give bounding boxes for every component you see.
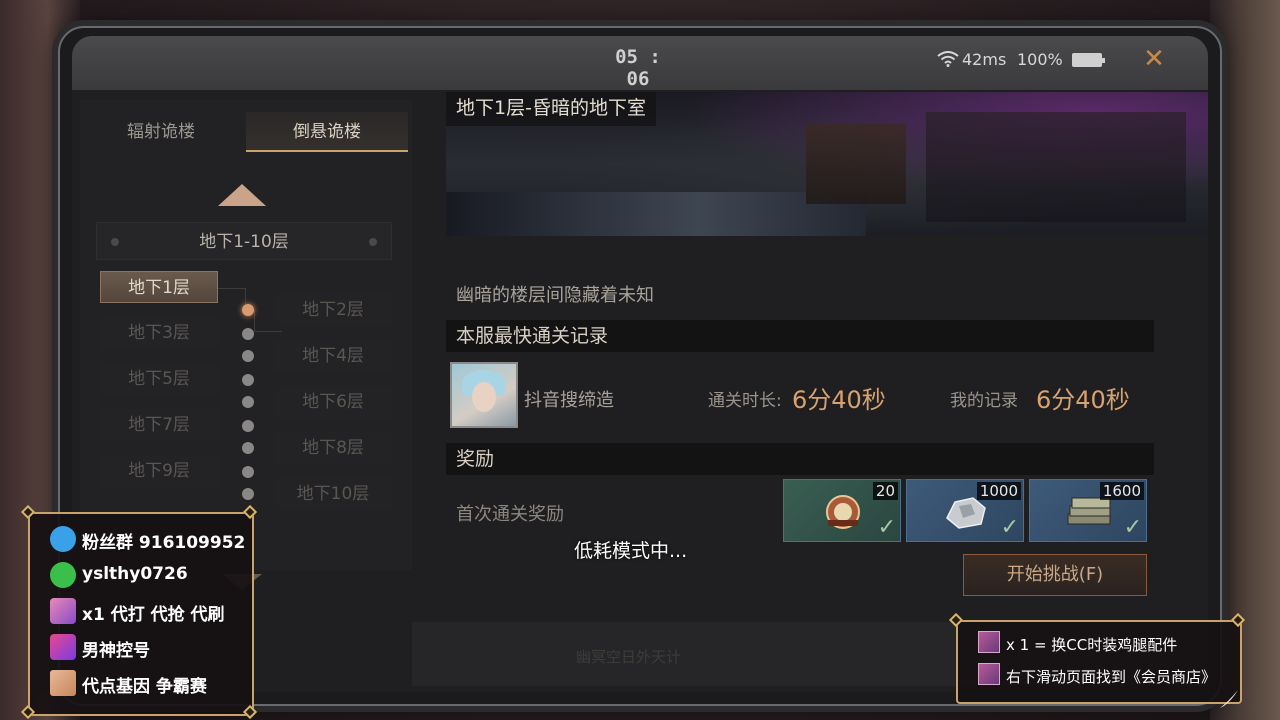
floor-node-1 <box>242 304 254 316</box>
account-text: 男神控号 <box>82 641 150 661</box>
gift-card-icon <box>978 631 1000 653</box>
reward-count: 1000 <box>976 482 1021 500</box>
floor-node <box>242 374 254 386</box>
feather-icon <box>1220 690 1238 708</box>
clear-time-label: 通关时长: <box>708 391 782 411</box>
qq-penguin-icon <box>50 526 76 552</box>
close-button[interactable]: ✕ <box>1141 46 1167 72</box>
floor-item-3[interactable]: 地下3层 <box>100 317 218 349</box>
floor-node <box>242 442 254 454</box>
clock: 05 : 06 <box>615 46 661 90</box>
service-text: x1 代打 代抢 代刷 <box>82 605 225 625</box>
tab-inverted-building[interactable]: 倒悬诡楼 <box>246 112 408 152</box>
battery-percent: 100% <box>1017 50 1063 69</box>
close-icon: ✕ <box>1143 44 1165 74</box>
exchange-text: x 1 = 换CC时装鸡腿配件 <box>1006 636 1178 654</box>
reward-item-silver-ore[interactable]: 1000 ✓ <box>906 479 1024 542</box>
first-clear-reward-label: 首次通关奖励 <box>456 504 564 525</box>
reward-item-badge[interactable]: 20 ✓ <box>783 479 901 542</box>
reward-section-header: 奖励 <box>446 443 1154 475</box>
shop-hint-text: 右下滑动页面找到《会员商店》 <box>1006 668 1217 686</box>
record-section-header: 本服最快通关记录 <box>446 320 1154 352</box>
ping-value: 42ms <box>962 50 1007 69</box>
left-dot-icon <box>111 238 119 246</box>
start-challenge-button[interactable]: 开始挑战(F) <box>963 554 1147 596</box>
floor-node <box>242 350 254 362</box>
badge-icon <box>826 495 860 529</box>
gene-text: 代点基因 争霸赛 <box>82 677 207 697</box>
my-record-label: 我的记录 <box>950 391 1018 411</box>
floor-node <box>242 488 254 500</box>
wifi-icon <box>937 51 959 67</box>
my-record-value: 6分40秒 <box>1036 386 1130 414</box>
record-player-name: 抖音搜缔造 <box>524 390 614 411</box>
floor-item-8[interactable]: 地下8层 <box>274 432 392 464</box>
player-avatar[interactable] <box>450 362 518 428</box>
floor-item-6[interactable]: 地下6层 <box>274 386 392 418</box>
scroll-up-arrow-icon[interactable] <box>218 184 266 206</box>
bottom-hint: 幽冥空日外天计 <box>576 648 682 666</box>
floor-range-selector[interactable]: 地下1-10层 <box>96 222 392 260</box>
gene-card-icon <box>50 670 76 696</box>
floor-range-label: 地下1-10层 <box>199 232 289 252</box>
floor-item-9[interactable]: 地下9层 <box>100 455 218 487</box>
right-dot-icon <box>369 238 377 246</box>
floor-description: 幽暗的楼层间隐藏着未知 <box>456 285 654 306</box>
floor-item-4[interactable]: 地下4层 <box>274 340 392 372</box>
battery-icon <box>1072 53 1105 67</box>
floor-title: 地下1层-昏暗的地下室 <box>446 92 656 126</box>
character-sticker-icon <box>50 598 76 624</box>
low-power-toast: 低耗模式中... <box>574 540 688 562</box>
wechat-icon <box>50 562 76 588</box>
claimed-check-icon: ✓ <box>1000 515 1019 540</box>
floor-node <box>242 328 254 340</box>
floor-item-1[interactable]: 地下1层 <box>100 271 218 303</box>
gift-card-icon <box>978 663 1000 685</box>
floor-item-2[interactable]: 地下2层 <box>274 294 392 326</box>
clear-time-value: 6分40秒 <box>792 386 886 414</box>
tab-radiation-building[interactable]: 辐射诡楼 <box>80 112 242 152</box>
floor-item-7[interactable]: 地下7层 <box>100 409 218 441</box>
rocket-icon <box>50 634 76 660</box>
fan-group-text: 粉丝群 916109952 <box>82 533 246 553</box>
reward-count: 20 <box>872 482 898 500</box>
reward-item-cash-stack[interactable]: 1600 ✓ <box>1029 479 1147 542</box>
reward-count: 1600 <box>1099 482 1144 500</box>
floor-item-5[interactable]: 地下5层 <box>100 363 218 395</box>
floor-node <box>242 396 254 408</box>
floor-item-10[interactable]: 地下10层 <box>274 478 392 510</box>
floor-node <box>242 466 254 478</box>
wechat-id-text: yslthy0726 <box>82 564 188 584</box>
claimed-check-icon: ✓ <box>877 515 896 540</box>
floor-node <box>242 420 254 432</box>
claimed-check-icon: ✓ <box>1123 515 1142 540</box>
